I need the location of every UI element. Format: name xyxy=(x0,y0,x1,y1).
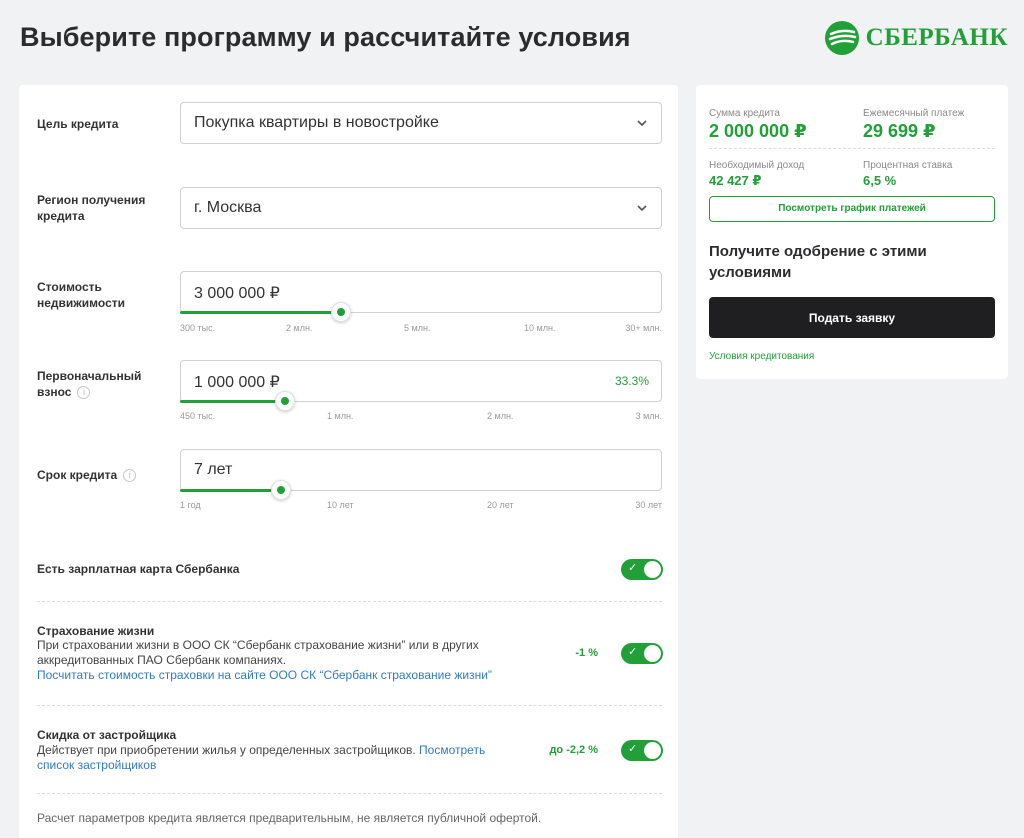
divider xyxy=(37,705,662,706)
life-insurance-discount: -1 % xyxy=(575,647,598,659)
check-icon: ✓ xyxy=(628,646,638,658)
life-insurance-desc: При страховании жизни в ООО СК “Сбербанк… xyxy=(37,638,507,683)
tick-label: 450 тыс. xyxy=(180,411,216,421)
down-payment-slider-track xyxy=(180,400,284,403)
disclaimer: Расчет параметров кредита является предв… xyxy=(37,811,542,825)
page-title: Выберите программу и рассчитайте условия xyxy=(20,22,631,52)
developer-discount-toggle[interactable]: ✓ xyxy=(621,740,663,761)
tick-label: 3 млн. xyxy=(635,411,662,421)
life-insurance-title: Страхование жизни xyxy=(37,624,155,638)
tick-label: 5 млн. xyxy=(404,323,431,333)
rate-label: Процентная ставка xyxy=(863,160,953,171)
life-insurance-desc-text: При страховании жизни в ООО СК “Сбербанк… xyxy=(37,638,479,667)
salary-card-toggle[interactable]: ✓ xyxy=(621,559,663,580)
divider xyxy=(709,148,995,149)
tick-label: 10 лет xyxy=(327,500,354,510)
property-cost-slider-track xyxy=(180,311,340,314)
loan-terms-link[interactable]: Условия кредитования xyxy=(709,351,814,362)
income-label: Необходимый доход xyxy=(709,160,805,171)
term-value: 7 лет xyxy=(194,461,233,478)
down-payment-slider-handle[interactable] xyxy=(275,391,295,411)
loan-amount-label: Сумма кредита xyxy=(709,108,780,119)
toggle-knob xyxy=(644,645,661,662)
calculator-form: Цель кредита Покупка квартиры в новостро… xyxy=(19,85,678,838)
region-select[interactable]: г. Москва xyxy=(180,187,662,229)
sberbank-logo-icon xyxy=(824,21,859,55)
tick-label: 2 млн. xyxy=(487,411,514,421)
chevron-down-icon xyxy=(637,120,647,127)
apply-button[interactable]: Подать заявку xyxy=(709,297,995,338)
required-income: 42 427 ₽ xyxy=(709,173,762,188)
developer-discount-desc-text: Действует при приобретении жилья у опред… xyxy=(37,743,416,757)
term-slider-handle[interactable] xyxy=(271,480,291,500)
term-input[interactable]: 7 лет xyxy=(180,449,662,500)
down-payment-label: Первоначальный взнос i xyxy=(37,368,157,400)
developer-discount-value: до -2,2 % xyxy=(549,744,598,756)
purpose-value: Покупка квартиры в новостройке xyxy=(194,114,439,131)
divider xyxy=(37,601,662,602)
approval-heading: Получите одобрение с этими условиями xyxy=(709,243,927,281)
tick-label: 1 год xyxy=(180,500,201,510)
term-label-text: Срок кредита xyxy=(37,468,118,482)
tick-label: 2 млн. xyxy=(286,323,313,333)
tick-label: 30 лет xyxy=(635,500,662,510)
toggle-knob xyxy=(644,561,661,578)
developer-discount-desc: Действует при приобретении жилья у опред… xyxy=(37,743,507,773)
region-label: Регион получения кредита xyxy=(37,193,146,223)
down-payment-value: 1 000 000 ₽ xyxy=(194,374,280,391)
down-payment-ticks: 450 тыс. 1 млн. 2 млн. 3 млн. xyxy=(180,411,662,423)
chevron-down-icon xyxy=(637,205,647,212)
tick-label: 30+ млн. xyxy=(625,323,662,333)
tick-label: 1 млн. xyxy=(327,411,354,421)
toggle-knob xyxy=(644,742,661,759)
developer-discount-title: Скидка от застройщика xyxy=(37,728,177,742)
tick-label: 300 тыс. xyxy=(180,323,216,333)
property-cost-value: 3 000 000 ₽ xyxy=(194,285,280,302)
term-slider-track xyxy=(180,489,280,492)
summary-panel: Сумма кредита 2 000 000 ₽ Ежемесячный пл… xyxy=(696,85,1008,379)
info-icon[interactable]: i xyxy=(123,469,137,483)
insurance-cost-link[interactable]: Посчитать стоимость страховки на сайте О… xyxy=(37,668,492,682)
salary-card-label: Есть зарплатная карта Сбербанка xyxy=(37,562,240,576)
purpose-label: Цель кредита xyxy=(37,117,119,131)
sberbank-logo[interactable]: СБЕРБАНК xyxy=(824,20,1008,56)
down-payment-percent: 33.3% xyxy=(614,374,649,388)
property-cost-input[interactable]: 3 000 000 ₽ xyxy=(180,271,662,322)
property-cost-slider-handle[interactable] xyxy=(331,302,351,322)
payment-schedule-button[interactable]: Посмотреть график платежей xyxy=(709,196,995,222)
info-icon[interactable]: i xyxy=(77,386,91,400)
loan-amount: 2 000 000 ₽ xyxy=(709,121,807,141)
life-insurance-toggle[interactable]: ✓ xyxy=(621,643,663,664)
divider xyxy=(37,793,662,794)
tick-label: 10 млн. xyxy=(524,323,556,333)
purpose-select[interactable]: Покупка квартиры в новостройке xyxy=(180,102,662,144)
monthly-payment: 29 699 ₽ xyxy=(863,121,936,141)
check-icon: ✓ xyxy=(628,562,638,574)
interest-rate: 6,5 % xyxy=(863,173,897,188)
property-cost-ticks: 300 тыс. 2 млн. 5 млн. 10 млн. 30+ млн. xyxy=(180,323,662,335)
check-icon: ✓ xyxy=(628,743,638,755)
brand-name: СБЕРБАНК xyxy=(865,24,1008,51)
monthly-payment-label: Ежемесячный платеж xyxy=(863,108,965,119)
property-cost-label: Стоимость недвижимости xyxy=(37,280,125,310)
term-ticks: 1 год 10 лет 20 лет 30 лет xyxy=(180,500,662,512)
down-payment-input[interactable]: 1 000 000 ₽ 33.3% xyxy=(180,360,662,411)
term-label: Срок кредита i xyxy=(37,467,137,483)
region-value: г. Москва xyxy=(194,199,262,216)
tick-label: 20 лет xyxy=(487,500,514,510)
